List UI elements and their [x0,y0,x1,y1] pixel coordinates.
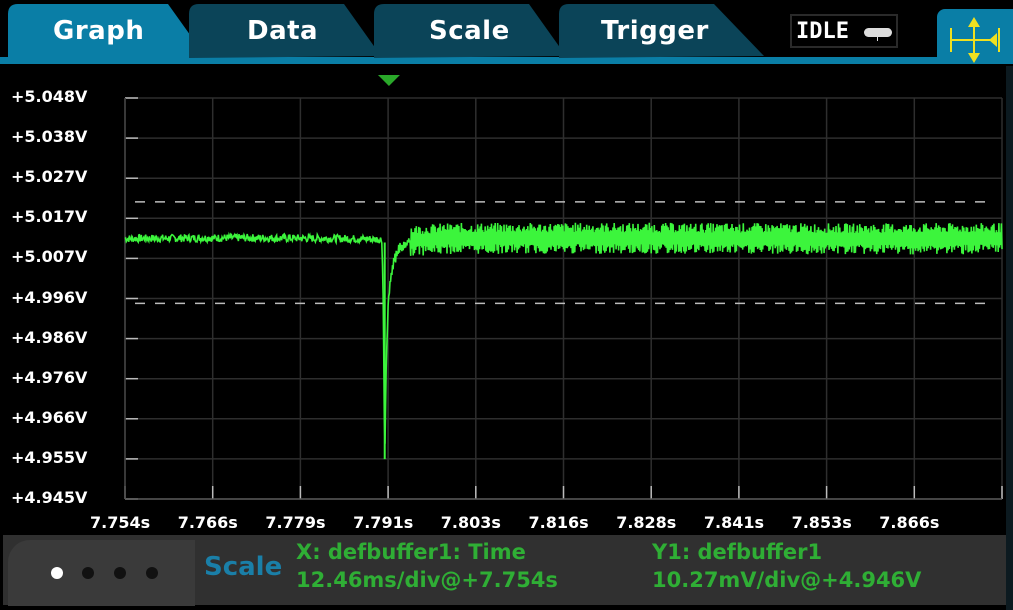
swipe-screen-title: Scale [204,552,283,582]
tab-graph[interactable]: Graph [8,4,208,60]
tab-scale[interactable]: Scale [374,4,569,60]
trigger-marker-icon [377,75,400,86]
x-tick-label: 7.828s [616,513,677,532]
voltage-time-chart[interactable] [0,64,1013,534]
x-tick-label: 7.866s [879,513,940,532]
x-tick-label: 7.779s [265,513,326,532]
tab-scale-label: Scale [429,16,510,46]
x-tick-label: 7.853s [791,513,852,532]
x-axis-info-source: X: defbuffer1: Time [296,540,526,564]
y-axis-info-scale: 10.27mV/div@+4.946V [652,568,922,592]
y-tick-label: +4.996V [11,287,88,307]
tab-data-label: Data [247,16,319,46]
y-tick-label: +5.038V [11,127,88,147]
y-tick-label: +5.017V [11,207,88,227]
idle-indicator-icon [864,28,892,41]
y-tick-label: +4.976V [11,367,88,387]
status-indicator[interactable]: IDLE [790,14,898,48]
y-tick-label: +4.945V [11,488,88,507]
y-tick-label: +5.027V [11,167,88,187]
swipe-page-indicator[interactable] [8,540,195,606]
y-tick-label: +4.986V [11,327,88,347]
graph-area[interactable] [0,64,1013,534]
y-tick-label: +4.955V [11,447,88,467]
page-dot-3[interactable] [114,567,126,579]
x-tick-label: 7.754s [90,513,151,532]
page-dot-2[interactable] [82,567,94,579]
status-text: IDLE [796,19,849,44]
right-edge-border [1006,66,1013,610]
x-tick-label: 7.816s [528,513,589,532]
x-tick-label: 7.803s [440,513,501,532]
page-dot-1[interactable] [51,567,63,579]
tab-graph-label: Graph [53,16,145,46]
tab-data[interactable]: Data [189,4,384,60]
y-tick-label: +5.007V [11,247,88,267]
x-tick-label: 7.791s [353,513,414,532]
pan-zoom-arrows-icon [950,17,1000,63]
tab-trigger[interactable]: Trigger [559,4,769,60]
page-dot-4[interactable] [146,567,158,579]
top-tab-bar: Graph Data Scale Trigger IDLE [0,0,1013,66]
y-tick-label: +5.048V [11,87,88,106]
tab-trigger-label: Trigger [601,16,709,46]
pan-zoom-button[interactable] [937,9,1013,64]
x-axis-info-scale: 12.46ms/div@+7.754s [296,568,558,592]
x-tick-label: 7.766s [177,513,238,532]
y-tick-label: +4.966V [11,407,88,427]
y-axis-info-source: Y1: defbuffer1 [652,540,823,564]
x-tick-label: 7.841s [703,513,765,532]
